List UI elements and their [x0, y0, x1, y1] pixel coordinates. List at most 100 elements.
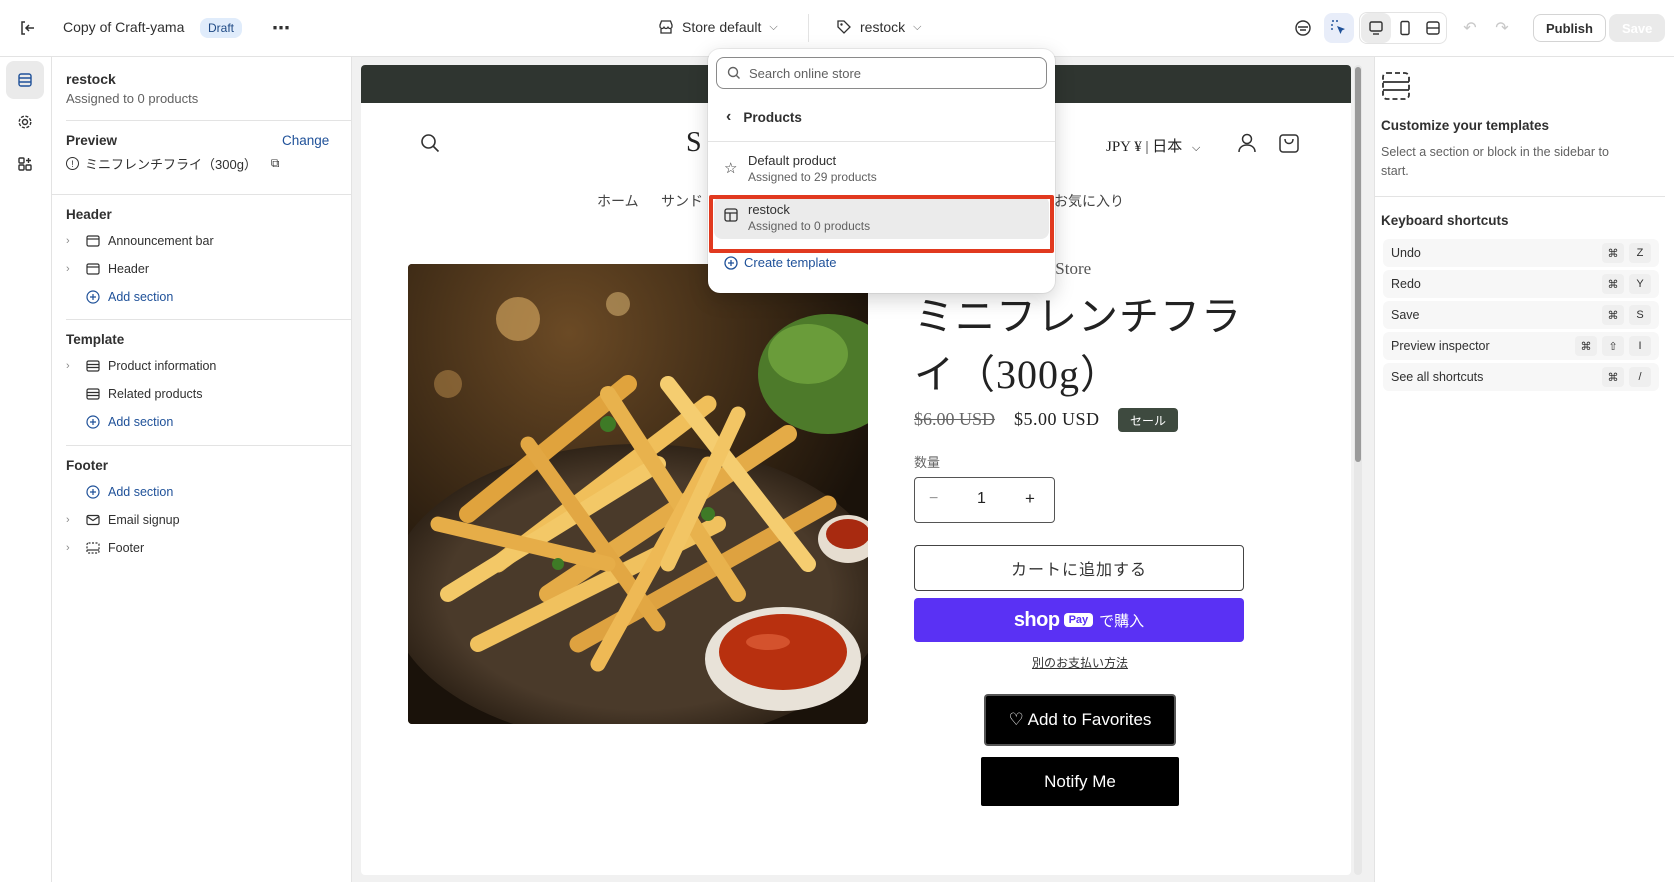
divider: [708, 141, 1055, 142]
undo-icon[interactable]: ↶: [1455, 13, 1485, 43]
create-template-link[interactable]: Create template: [724, 255, 837, 270]
notify-me-button[interactable]: Notify Me: [981, 757, 1179, 806]
product-image[interactable]: [408, 264, 868, 724]
chevron-right-icon[interactable]: ›: [66, 235, 86, 247]
shortcuts-title: Keyboard shortcuts: [1381, 213, 1509, 228]
save-button[interactable]: Save: [1609, 14, 1666, 42]
template-option-default[interactable]: ☆ Default product Assigned to 29 product…: [714, 147, 1049, 190]
add-section-footer[interactable]: Add section: [86, 485, 173, 499]
back-label: Products: [743, 109, 802, 125]
template-selector-label: restock: [860, 19, 906, 35]
shortcut-keys: ⌘ Y: [1602, 274, 1651, 294]
back-to-products[interactable]: ‹ Products: [716, 102, 1047, 132]
preview-product-name: ミニフレンチフライ（300g）: [85, 157, 257, 172]
shortcut-row: Save ⌘ S: [1383, 301, 1659, 329]
other-payment-link[interactable]: 別のお支払い方法: [1032, 654, 1128, 671]
divider: [52, 194, 352, 195]
cart-icon[interactable]: [1277, 131, 1301, 158]
shortcut-label: Redo: [1391, 277, 1421, 291]
chevron-left-icon: ‹: [726, 108, 732, 125]
inspector-cursor-icon[interactable]: [1324, 13, 1354, 43]
sections-sidebar: restock Assigned to 0 products Preview C…: [52, 57, 352, 882]
add-section-label: Add section: [108, 415, 174, 429]
option-title: Default product: [748, 153, 837, 168]
shortcut-keys: ⌘ ⇧ I: [1575, 336, 1651, 356]
shortcut-label: See all shortcuts: [1391, 370, 1484, 384]
inspector-panel: Customize your templates Select a sectio…: [1374, 57, 1674, 882]
product-title: ミニフレンチフラ イ（300g）: [914, 294, 1242, 397]
section-related-products[interactable]: Related products: [66, 387, 203, 401]
template-group-title: Template: [66, 332, 125, 347]
key-cap: S: [1629, 305, 1651, 325]
theme-selector[interactable]: Store default ⌵: [658, 19, 778, 35]
section-label: Related products: [108, 387, 203, 401]
price-original: $6.00 USD: [914, 409, 996, 429]
key-cap: Z: [1629, 243, 1651, 263]
preview-scrollbar[interactable]: [1354, 65, 1362, 875]
shortcut-keys: ⌘ S: [1602, 305, 1651, 325]
fullscreen-view-icon[interactable]: [1418, 13, 1448, 43]
key-cap: ⌘: [1602, 274, 1624, 294]
external-link-icon[interactable]: ⧉: [271, 156, 280, 171]
shortcut-keys: ⌘ Z: [1602, 243, 1651, 263]
section-email-signup[interactable]: › Email signup: [66, 513, 180, 527]
divider: [808, 14, 809, 42]
key-cap: ⌘: [1602, 243, 1624, 263]
currency-selector[interactable]: JPY ¥ | 日本 ⌵: [1106, 135, 1200, 156]
nav-item-sandwich[interactable]: サンド: [661, 191, 703, 211]
store-logo[interactable]: S: [686, 127, 704, 159]
preview-product: ! ミニフレンチフライ（300g） ⧉: [66, 154, 280, 173]
announcement-bar-icon: [86, 235, 108, 247]
quantity-stepper: − 1 +: [914, 477, 1055, 523]
chevron-down-icon: ⌵: [1191, 142, 1201, 154]
shop-pay-buy-label: で購入: [1099, 612, 1145, 630]
chevron-down-icon: ⌵: [913, 20, 922, 33]
account-icon[interactable]: [1236, 132, 1258, 157]
apps-icon[interactable]: [6, 145, 44, 183]
add-to-favorites-button[interactable]: ♡ Add to Favorites: [986, 696, 1174, 744]
template-selector[interactable]: restock ⌵: [836, 19, 921, 35]
add-section-header[interactable]: Add section: [86, 290, 173, 304]
publish-button[interactable]: Publish: [1533, 14, 1606, 42]
more-actions-icon[interactable]: ⋯: [266, 13, 296, 43]
info-icon: !: [66, 157, 79, 170]
quantity-value[interactable]: 1: [977, 490, 986, 508]
sale-badge: セール: [1118, 408, 1179, 432]
search-icon[interactable]: [420, 133, 440, 156]
redo-icon[interactable]: ↷: [1487, 13, 1517, 43]
footer-group-title: Footer: [66, 458, 108, 473]
minus-icon[interactable]: −: [929, 490, 938, 508]
nav-item-favorites[interactable]: お気に入り: [1054, 191, 1124, 211]
section-header[interactable]: › Header: [66, 262, 149, 276]
plus-icon[interactable]: +: [1025, 489, 1035, 509]
nav-item-home[interactable]: ホーム: [597, 191, 639, 211]
add-to-cart-button[interactable]: カートに追加する: [914, 545, 1244, 591]
related-products-icon: [86, 388, 108, 400]
shop-pay-pill: Pay: [1063, 613, 1094, 627]
settings-gear-icon[interactable]: [6, 103, 44, 141]
shortcut-row: Redo ⌘ Y: [1383, 270, 1659, 298]
templates-illustration-icon: [1381, 71, 1411, 104]
chevron-right-icon[interactable]: ›: [66, 263, 86, 275]
chevron-right-icon[interactable]: ›: [66, 360, 86, 372]
section-product-information[interactable]: › Product information: [66, 359, 216, 373]
change-preview-link[interactable]: Change: [282, 133, 329, 148]
section-footer[interactable]: › Footer: [66, 541, 144, 555]
exit-icon[interactable]: [12, 13, 42, 43]
add-section-template[interactable]: Add section: [86, 415, 173, 429]
scrollbar-thumb[interactable]: [1355, 67, 1361, 462]
search-field[interactable]: [716, 57, 1047, 89]
chevron-right-icon[interactable]: ›: [66, 542, 86, 554]
section-label: Footer: [108, 541, 145, 555]
app-embed-icon[interactable]: [1288, 13, 1318, 43]
desktop-view-icon[interactable]: [1361, 13, 1391, 43]
search-input[interactable]: [749, 65, 1029, 81]
shop-pay-button[interactable]: shop Pay で購入: [914, 598, 1244, 642]
chevron-right-icon[interactable]: ›: [66, 514, 86, 526]
section-announcement-bar[interactable]: › Announcement bar: [66, 234, 214, 248]
mobile-view-icon[interactable]: [1390, 13, 1420, 43]
key-cap: Y: [1629, 274, 1651, 294]
section-label: Email signup: [108, 513, 180, 527]
shortcut-row: See all shortcuts ⌘ /: [1383, 363, 1659, 391]
sections-icon[interactable]: [6, 61, 44, 99]
